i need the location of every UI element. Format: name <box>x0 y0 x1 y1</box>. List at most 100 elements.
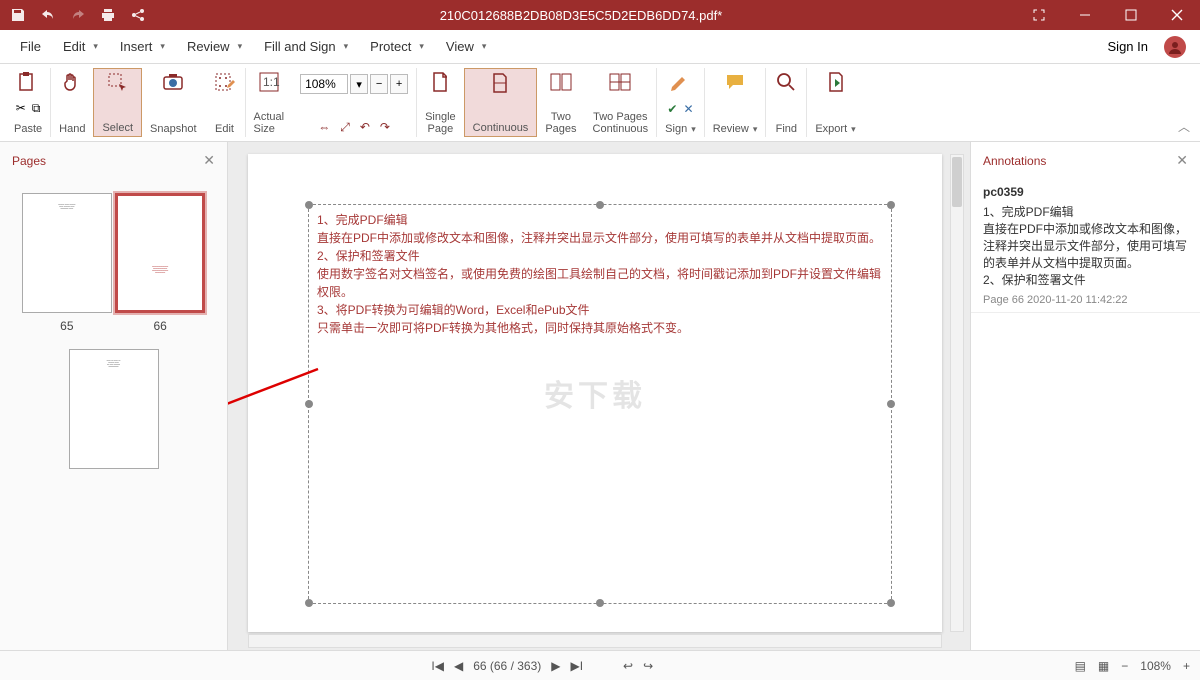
rotate-left-icon[interactable]: ↶ <box>360 120 370 135</box>
fullscreen-icon[interactable] <box>1016 0 1062 30</box>
export-icon <box>824 70 848 94</box>
maximize-icon[interactable] <box>1108 0 1154 30</box>
continuous-button[interactable]: Continuous <box>464 68 538 137</box>
menu-fill-sign[interactable]: Fill and Sign <box>254 35 358 58</box>
copy-icon[interactable]: ⧉ <box>32 101 41 116</box>
snapshot-button[interactable]: Snapshot <box>142 68 204 137</box>
two-pages-button[interactable]: Two Pages <box>537 68 584 137</box>
paste-icon <box>16 70 40 94</box>
collapse-ribbon-icon[interactable]: ︿ <box>1178 118 1190 135</box>
resize-handle[interactable] <box>596 599 604 607</box>
zoom-in-button[interactable]: + <box>390 74 408 94</box>
minimize-icon[interactable] <box>1062 0 1108 30</box>
fit-width-icon[interactable]: ⇔ <box>318 120 330 135</box>
zoom-out-status[interactable]: − <box>1121 659 1128 673</box>
resize-handle[interactable] <box>305 599 313 607</box>
paste-group[interactable]: ✂⧉ Paste <box>6 68 51 137</box>
single-page-button[interactable]: Single Page <box>417 68 464 137</box>
pages-close-icon[interactable]: ✕ <box>203 152 215 169</box>
rotate-right-icon[interactable]: ↷ <box>380 120 390 135</box>
find-icon <box>774 70 798 94</box>
share-icon[interactable] <box>130 7 146 23</box>
annotation-item[interactable]: pc0359 1、完成PDF编辑 直接在PDF中添加或修改文本和图像，注释并突出… <box>971 179 1200 313</box>
undo-icon[interactable] <box>40 7 56 23</box>
zoom-out-button[interactable]: − <box>370 74 388 94</box>
menu-edit[interactable]: Edit <box>53 35 108 58</box>
vertical-scrollbar[interactable] <box>950 154 964 632</box>
zoom-input[interactable] <box>300 74 348 94</box>
resize-handle[interactable] <box>596 201 604 209</box>
horizontal-scrollbar[interactable] <box>248 634 942 648</box>
status-bar: I◀ ◀ 66 (66 / 363) ▶ ▶I ↩ ↪ ▤ ▦ − 108% + <box>0 650 1200 680</box>
svg-text:1:1: 1:1 <box>263 75 280 89</box>
title-bar: 210C012688B2DB08D3E5C5D2EDB6DD74.pdf* <box>0 0 1200 30</box>
resize-handle[interactable] <box>305 201 313 209</box>
pages-title: Pages <box>12 154 46 168</box>
last-page-icon[interactable]: ▶I <box>570 659 583 673</box>
workspace: Pages ✕ ▬▬▬ ▬▬ ▬▬▬▬▬ ▬▬▬ ▬▬▬▬▬▬ ▬▬ 65 ▬▬… <box>0 142 1200 650</box>
text-box[interactable]: 1、完成PDF编辑 直接在PDF中添加或修改文本和图像，注释并突出显示文件部分，… <box>308 204 892 604</box>
close-icon[interactable] <box>1154 0 1200 30</box>
print-icon[interactable] <box>100 7 116 23</box>
save-icon[interactable] <box>10 7 26 23</box>
menu-file[interactable]: File <box>10 35 51 58</box>
next-page-icon[interactable]: ▶ <box>551 659 560 673</box>
actual-size-icon: 1:1 <box>257 70 281 94</box>
cross-icon[interactable]: ✕ <box>683 102 693 116</box>
avatar[interactable] <box>1164 36 1186 58</box>
fit-page-icon[interactable]: ⤢ <box>340 120 350 135</box>
thumbnail-66[interactable]: ▬▬▬▬▬▬▬▬▬▬▬▬▬▬▬▬▬▬▬▬▬▬▬▬▬▬▬▬ 66 <box>115 193 205 333</box>
review-button[interactable]: Review <box>705 68 767 137</box>
hand-button[interactable]: Hand <box>51 68 93 137</box>
zoom-in-status[interactable]: + <box>1183 659 1190 673</box>
window-title: 210C012688B2DB08D3E5C5D2EDB6DD74.pdf* <box>146 8 1016 23</box>
menu-bar: File Edit Insert Review Fill and Sign Pr… <box>0 30 1200 64</box>
resize-handle[interactable] <box>887 599 895 607</box>
zoom-group: ▾ − + ⇔ ⤢ ↶ ↷ <box>292 68 417 137</box>
speech-icon <box>723 70 747 94</box>
menu-view[interactable]: View <box>436 35 496 58</box>
actual-size-button[interactable]: 1:1 Actual Size <box>246 68 293 137</box>
cut-icon[interactable]: ✂ <box>16 101 26 116</box>
annotations-close-icon[interactable]: ✕ <box>1176 152 1188 169</box>
zoom-label: 108% <box>1140 659 1171 673</box>
annotations-title: Annotations <box>983 154 1046 168</box>
edit-button[interactable]: Edit <box>205 68 246 137</box>
redo-icon[interactable] <box>70 7 86 23</box>
document-area: 安下载 1、完成PDF编辑 直接在PDF中添加或修改文本和图像，注释并突出显示文… <box>228 142 970 650</box>
export-button[interactable]: Export <box>807 68 863 137</box>
sign-in-button[interactable]: Sign In <box>1100 35 1156 58</box>
resize-handle[interactable] <box>887 400 895 408</box>
menu-review[interactable]: Review <box>177 35 252 58</box>
select-button[interactable]: Select <box>93 68 142 137</box>
page-forward-icon[interactable]: ↪ <box>643 659 653 673</box>
hand-icon <box>60 70 84 94</box>
resize-handle[interactable] <box>305 400 313 408</box>
sign-icon <box>668 70 692 94</box>
prev-page-icon[interactable]: ◀ <box>454 659 463 673</box>
text-content[interactable]: 1、完成PDF编辑 直接在PDF中添加或修改文本和图像，注释并突出显示文件部分，… <box>309 205 891 343</box>
thumbnail-65[interactable]: ▬▬▬ ▬▬ ▬▬▬▬▬ ▬▬▬ ▬▬▬▬▬▬ ▬▬ 65 <box>22 193 112 333</box>
thumbnail-67[interactable]: ▬▬ ▬ ▬▬ ▬▬▬▬ ▬▬▬ ▬▬ ▬▬▬▬▬▬▬▬ <box>69 349 159 475</box>
two-pages-icon <box>549 70 573 94</box>
camera-icon <box>161 70 185 94</box>
page-back-icon[interactable]: ↩ <box>623 659 633 673</box>
layout-icon-1[interactable]: ▤ <box>1075 659 1086 673</box>
menu-protect[interactable]: Protect <box>360 35 434 58</box>
resize-handle[interactable] <box>887 201 895 209</box>
zoom-dropdown[interactable]: ▾ <box>350 74 368 94</box>
find-button[interactable]: Find <box>766 68 807 137</box>
page-view[interactable]: 安下载 1、完成PDF编辑 直接在PDF中添加或修改文本和图像，注释并突出显示文… <box>248 154 942 632</box>
ribbon: ✂⧉ Paste Hand Select Snapshot Edit 1:1 A… <box>0 64 1200 142</box>
sign-button[interactable]: ✔✕ Sign <box>657 68 705 137</box>
check-icon[interactable]: ✔ <box>667 102 677 116</box>
menu-insert[interactable]: Insert <box>110 35 175 58</box>
page-indicator[interactable]: 66 (66 / 363) <box>473 659 541 673</box>
select-icon <box>106 71 130 95</box>
first-page-icon[interactable]: I◀ <box>431 659 444 673</box>
two-pages-continuous-icon <box>608 70 632 94</box>
layout-icon-2[interactable]: ▦ <box>1098 659 1109 673</box>
two-pages-continuous-button[interactable]: Two Pages Continuous <box>585 68 658 137</box>
single-page-icon <box>428 70 452 94</box>
annotations-panel: Annotations ✕ pc0359 1、完成PDF编辑 直接在PDF中添加… <box>970 142 1200 650</box>
